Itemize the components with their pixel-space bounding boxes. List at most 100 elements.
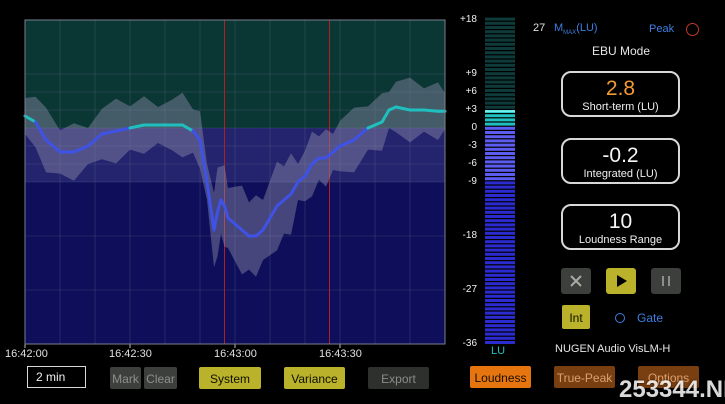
- duration-select[interactable]: 2 min: [27, 366, 86, 388]
- meter-segment-34: [485, 198, 515, 202]
- meter-segment-50: [485, 131, 515, 134]
- peak-indicator-icon[interactable]: [686, 23, 699, 36]
- meter-segment-26: [485, 231, 515, 235]
- time-label-3: 16:43:30: [319, 348, 362, 360]
- meter-segment-3: [485, 328, 515, 332]
- true-peak-tab[interactable]: True-Peak: [553, 365, 616, 389]
- system-button[interactable]: System: [198, 366, 262, 390]
- lu-label-p6: +6: [465, 86, 477, 97]
- meter-segment-39: [485, 177, 515, 181]
- meter-segment-48: [485, 139, 515, 143]
- meter-peak-hold: [485, 110, 515, 113]
- meter-segment-66: [485, 63, 515, 67]
- gate-radio-icon[interactable]: [615, 313, 625, 323]
- lu-label-p9: +9: [465, 68, 477, 79]
- meter-segment-58: [485, 97, 515, 101]
- meter-segment-14: [485, 282, 515, 286]
- mode-label: EBU Mode: [591, 44, 651, 58]
- meter-segment-22: [485, 248, 515, 252]
- meter-segment-11: [485, 294, 515, 298]
- meter-segment-37: [485, 185, 515, 189]
- meter-segment-33: [485, 202, 515, 206]
- play-button[interactable]: [606, 268, 636, 294]
- meter-segment-30: [485, 215, 515, 218]
- meter-segment-76: [485, 21, 515, 25]
- meter-segment-36: [485, 189, 515, 193]
- short-term-value: 2.8: [605, 77, 636, 100]
- meter-segment-31: [485, 210, 515, 214]
- int-button[interactable]: Int: [561, 304, 591, 330]
- peak-label: Peak: [649, 23, 675, 35]
- meter-segment-13: [485, 286, 515, 290]
- meter-segment-63: [485, 76, 515, 80]
- loudness-range-value: 10: [608, 210, 633, 233]
- export-button[interactable]: Export: [367, 366, 430, 390]
- meter-segment-45: [485, 152, 515, 155]
- pause-button[interactable]: [651, 268, 681, 294]
- meter-segment-59: [485, 93, 515, 97]
- loudness-range-readout: 10 Loudness Range: [561, 204, 680, 250]
- meter-segment-69: [485, 51, 515, 55]
- lu-label-m18: -18: [462, 230, 477, 241]
- play-icon: [617, 275, 627, 287]
- reset-button[interactable]: [561, 268, 591, 294]
- integrated-readout: -0.2 Integrated (LU): [561, 138, 680, 184]
- meter-segment-43: [485, 160, 515, 164]
- meter-segment-2: [485, 332, 515, 336]
- meter-segment-20: [485, 257, 515, 260]
- loudness-tab[interactable]: Loudness: [469, 365, 532, 389]
- meter-segment-74: [485, 30, 515, 34]
- lu-label-m6: -6: [468, 158, 477, 169]
- loudness-range-label: Loudness Range: [578, 234, 663, 246]
- meter-segment-57: [485, 101, 515, 105]
- meter-segment-65: [485, 68, 515, 71]
- meter-segment-44: [485, 156, 515, 160]
- meter-segment-61: [485, 84, 515, 88]
- time-label-0: 16:42:00: [5, 348, 48, 360]
- meter-segment-23: [485, 244, 515, 248]
- meter-segment-62: [485, 80, 515, 84]
- lu-label-p18: +18: [460, 14, 477, 25]
- short-term-readout: 2.8 Short-term (LU): [561, 71, 680, 117]
- meter-segment-41: [485, 168, 515, 172]
- meter-segment-17: [485, 269, 515, 273]
- meter-segment-67: [485, 59, 515, 63]
- short-term-label: Short-term (LU): [582, 101, 659, 113]
- meter-segment-0: [485, 341, 515, 344]
- product-name: NUGEN Audio VisLM-H: [555, 343, 671, 355]
- meter-segment-7: [485, 311, 515, 315]
- meter-segment-77: [485, 17, 515, 21]
- meter-segment-15: [485, 278, 515, 281]
- variance-button[interactable]: Variance: [283, 366, 346, 390]
- loudness-line-segment-43: [422, 108, 440, 113]
- clear-button[interactable]: Clear: [143, 366, 178, 390]
- watermark-text: 253344.NET: [619, 376, 725, 403]
- lu-label-m36: -36: [462, 338, 477, 349]
- time-label-1: 16:42:30: [109, 348, 152, 360]
- meter-segment-53: [485, 118, 515, 122]
- meter-segment-28: [485, 223, 515, 227]
- meter-segment-56: [485, 105, 515, 109]
- meter-segment-71: [485, 42, 515, 46]
- meter-segment-64: [485, 72, 515, 76]
- meter-segment-32: [485, 206, 515, 210]
- lu-label-m3: -3: [468, 140, 477, 151]
- mark-button[interactable]: Mark: [109, 366, 142, 390]
- integrated-value: -0.2: [602, 144, 639, 167]
- meter-segment-46: [485, 147, 515, 151]
- meter-segment-42: [485, 164, 515, 168]
- meter-segment-75: [485, 26, 515, 29]
- meter-segment-68: [485, 55, 515, 59]
- meter-segment-5: [485, 320, 515, 323]
- lu-label-0: 0: [471, 122, 477, 133]
- meter-segment-73: [485, 34, 515, 38]
- close-icon: [570, 275, 582, 287]
- pause-icon: [662, 276, 670, 286]
- meter-segment-21: [485, 252, 515, 256]
- meter-segment-1: [485, 336, 515, 340]
- meter-segment-8: [485, 307, 515, 311]
- meter-segment-6: [485, 315, 515, 319]
- meter-unit-label: LU: [491, 345, 506, 357]
- meter-segment-29: [485, 219, 515, 223]
- meter-segment-47: [485, 143, 515, 147]
